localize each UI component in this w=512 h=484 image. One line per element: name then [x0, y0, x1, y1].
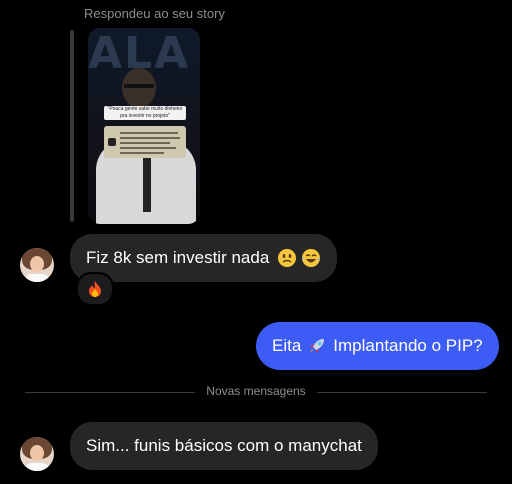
- story-person-head: [122, 68, 156, 108]
- fire-icon: [89, 281, 101, 297]
- incoming-message-bubble[interactable]: Fiz 8k sem investir nada: [70, 234, 338, 282]
- instagram-icon: [108, 138, 116, 146]
- story-quote-card: "Pouca gente sabe muito dinheiro pra inv…: [104, 106, 186, 120]
- avatar-face: [30, 445, 44, 461]
- message-text-end: Implantando o PIP?: [333, 336, 483, 355]
- avatar[interactable]: [20, 437, 54, 471]
- message-text: Sim... funis básicos com o manychat: [86, 436, 362, 455]
- story-reply-bar: [70, 30, 74, 222]
- divider-line-right: [317, 392, 487, 393]
- story-reply-caption: Respondeu ao seu story: [84, 6, 225, 21]
- story-thumbnail[interactable]: ALA "Pouca gente sabe muito dinheiro pra…: [88, 28, 200, 224]
- message-text: Fiz 8k sem investir nada: [86, 248, 270, 267]
- new-messages-divider: Novas mensagens: [25, 384, 487, 398]
- avatar-shirt: [24, 274, 50, 282]
- story-person-tie: [143, 152, 151, 212]
- post-text-line: [120, 147, 176, 149]
- joy-icon: [302, 249, 321, 267]
- message-text-start: Eita: [272, 336, 302, 355]
- story-post-card: [104, 126, 186, 158]
- post-text-line: [120, 142, 170, 144]
- post-text-line: [120, 152, 164, 154]
- avatar[interactable]: [20, 248, 54, 282]
- face-holding-back-tears-icon: [278, 249, 297, 267]
- message-reaction[interactable]: [76, 272, 114, 306]
- story-person-glasses: [124, 84, 154, 88]
- outgoing-message-bubble[interactable]: Eita Implantando o PIP?: [256, 322, 499, 370]
- post-text-line: [120, 132, 178, 134]
- new-messages-label: Novas mensagens: [206, 384, 306, 398]
- rocket-icon: [310, 339, 325, 353]
- avatar-face: [30, 256, 44, 272]
- incoming-message-bubble[interactable]: Sim... funis básicos com o manychat: [70, 422, 378, 470]
- avatar-shirt: [24, 463, 50, 471]
- post-text-line: [120, 137, 180, 139]
